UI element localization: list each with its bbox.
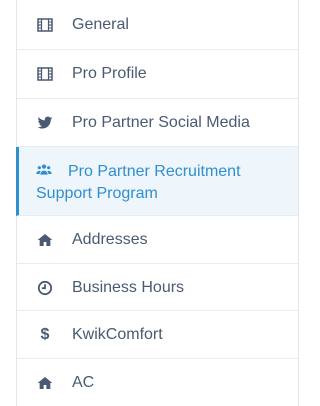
sidebar-item-pro-profile[interactable]: Pro Profile [17,50,298,99]
sidebar-item-social-media[interactable]: Pro Partner Social Media [17,99,298,147]
sidebar-item-label: Pro Profile [72,65,147,82]
sidebar-item-label: AC [72,374,95,391]
sidebar-item-addresses[interactable]: Addresses [17,216,298,264]
film-icon [37,17,53,33]
sidebar-item-label: KwikComfort [72,326,163,343]
users-icon [36,162,52,178]
settings-sidebar: General Pro Profile Pro Partner Social M… [16,0,299,406]
twitter-icon [37,115,53,131]
sidebar-item-label: Business Hours [72,279,185,296]
sidebar-item-general[interactable]: General [17,0,298,50]
home-icon [37,375,53,391]
sidebar-item-label: General [72,16,129,33]
sidebar-item-recruitment-support[interactable]: Pro Partner Recruitment Support Program [16,147,298,216]
sidebar-item-label: Pro Partner Social Media [72,114,250,131]
sidebar-item-ac[interactable]: AC [17,359,298,406]
home-icon [37,232,53,248]
sidebar-item-business-hours[interactable]: Business Hours [17,264,298,311]
film-icon [37,66,53,82]
sidebar-item-label: Addresses [72,231,148,248]
clock-icon [37,280,53,296]
sidebar-item-kwikcomfort[interactable]: $ KwikComfort [17,311,298,359]
dollar-icon: $ [40,326,50,343]
sidebar-item-label: Pro Partner Recruitment Support Program [36,163,241,202]
